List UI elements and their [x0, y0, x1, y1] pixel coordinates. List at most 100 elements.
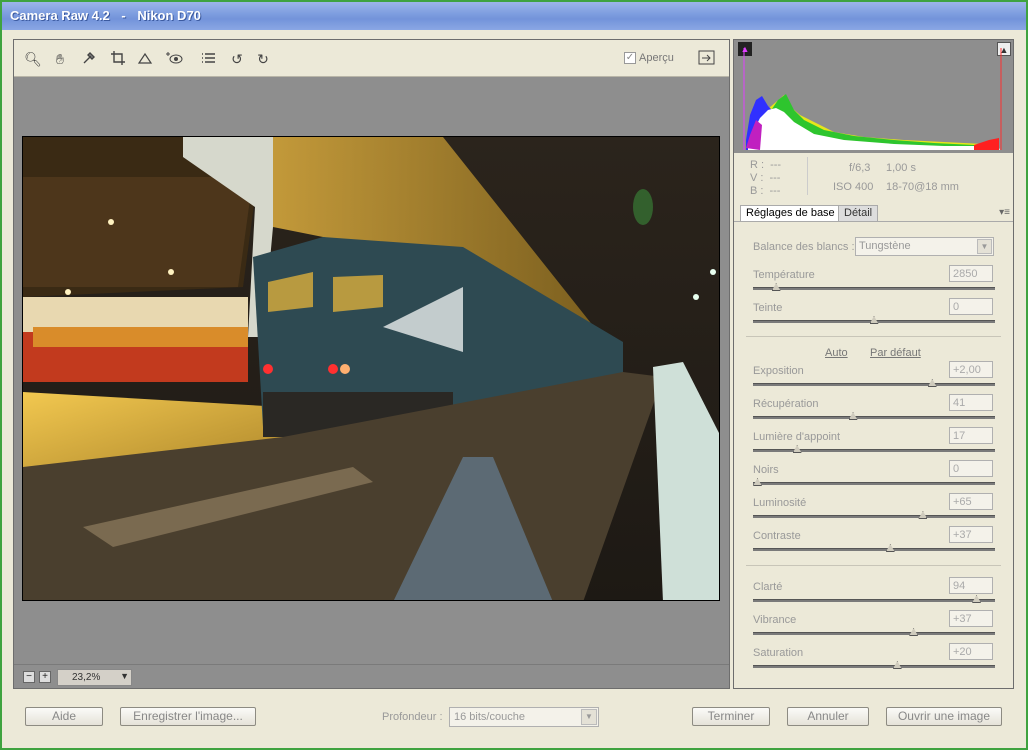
- zoom-bar: − + 23,2% ▼: [14, 664, 729, 688]
- fill-light-thumb[interactable]: [792, 445, 802, 453]
- blacks-label: Noirs: [753, 464, 779, 476]
- clarity-slider[interactable]: [753, 595, 995, 603]
- train-station-photo: [23, 137, 719, 600]
- zoom-out-button[interactable]: −: [23, 671, 35, 683]
- red-eye-icon[interactable]: [166, 50, 184, 68]
- clarity-field[interactable]: 94: [949, 577, 993, 594]
- fill-light-label: Lumière d'appoint: [753, 431, 841, 443]
- right-panel: ▲ ▲ R : --- V : --- B : --- f/6,3 1,00 s IS…: [733, 39, 1014, 689]
- recovery-thumb[interactable]: [848, 412, 858, 420]
- save-image-button[interactable]: Enregistrer l'image...: [120, 707, 256, 726]
- readout-b-label: B :: [750, 185, 764, 197]
- chevron-down-icon: ▼: [977, 239, 992, 254]
- title-separator: -: [121, 8, 126, 23]
- preview-image[interactable]: [22, 136, 720, 601]
- title-bar[interactable]: Camera Raw 4.2 - Nikon D70: [2, 2, 1026, 30]
- color-readout: R : --- V : --- B : --- f/6,3 1,00 s ISO 40…: [734, 153, 1013, 203]
- tint-slider[interactable]: [753, 316, 995, 324]
- section-divider: [746, 336, 1001, 337]
- vibrance-slider[interactable]: [753, 628, 995, 636]
- tint-thumb[interactable]: [869, 316, 879, 324]
- tab-basic[interactable]: Réglages de base: [740, 205, 841, 221]
- depth-label: Profondeur :: [382, 711, 443, 723]
- temperature-field[interactable]: 2850: [949, 265, 993, 282]
- chevron-down-icon: ▼: [581, 709, 597, 725]
- depth-select[interactable]: 16 bits/couche ▼: [449, 707, 599, 727]
- white-balance-icon[interactable]: [80, 50, 98, 68]
- readout-divider: [807, 157, 808, 195]
- temperature-thumb[interactable]: [771, 283, 781, 291]
- zoom-icon[interactable]: 🔍︎: [24, 50, 42, 68]
- brightness-label: Luminosité: [753, 497, 807, 509]
- readout-b-value: ---: [769, 185, 781, 197]
- blacks-slider[interactable]: [753, 478, 995, 486]
- contrast-field[interactable]: +37: [949, 526, 993, 543]
- clarity-thumb[interactable]: [972, 595, 982, 603]
- panel-tabs: Réglages de base Détail ▾≡: [734, 205, 1013, 221]
- preview-check-box[interactable]: ✓: [624, 52, 636, 64]
- hand-icon[interactable]: ✋︎: [51, 50, 69, 68]
- blacks-field[interactable]: 0: [949, 460, 993, 477]
- help-button[interactable]: Aide: [25, 707, 103, 726]
- tint-label: Teinte: [753, 302, 783, 314]
- cancel-button[interactable]: Annuler: [787, 707, 869, 726]
- vibrance-field[interactable]: +37: [949, 610, 993, 627]
- camera-name: Nikon D70: [137, 8, 201, 23]
- exposure-field[interactable]: +2,00: [949, 361, 993, 378]
- recovery-field[interactable]: 41: [949, 394, 993, 411]
- panel-menu-icon[interactable]: ▾≡: [999, 207, 1010, 218]
- readout-v: V : ---: [750, 172, 780, 184]
- exposure-thumb[interactable]: [927, 379, 937, 387]
- readout-v-value: ---: [769, 172, 781, 184]
- zoom-in-button[interactable]: +: [39, 671, 51, 683]
- iso-value: ISO 400: [833, 181, 874, 193]
- preview-frame: 🔍︎ ✋︎ ↺ ↻ ✓ Aperçu − + 23,2% ▼: [13, 39, 730, 689]
- readout-b: B : ---: [750, 185, 780, 197]
- preferences-icon[interactable]: [199, 50, 217, 68]
- exposure-label: Exposition: [753, 365, 804, 377]
- done-button[interactable]: Terminer: [692, 707, 770, 726]
- tint-field[interactable]: 0: [949, 298, 993, 315]
- tab-detail[interactable]: Détail: [838, 205, 879, 221]
- saturation-slider[interactable]: [753, 661, 995, 669]
- blacks-thumb[interactable]: [753, 478, 762, 486]
- brightness-thumb[interactable]: [918, 511, 928, 519]
- brightness-field[interactable]: +65: [949, 493, 993, 510]
- contrast-slider[interactable]: [753, 544, 995, 552]
- basic-settings: Balance des blancs : Tungstène ▼ Tempéra…: [734, 221, 1013, 688]
- aperture-value: f/6,3: [849, 162, 871, 174]
- preview-checkbox[interactable]: ✓ Aperçu: [624, 52, 674, 64]
- clarity-label: Clarté: [753, 581, 783, 593]
- contrast-thumb[interactable]: [885, 544, 895, 552]
- zoom-level-select[interactable]: 23,2% ▼: [57, 669, 132, 686]
- histogram: ▲ ▲: [734, 40, 1013, 153]
- vibrance-label: Vibrance: [753, 614, 797, 626]
- recovery-slider[interactable]: [753, 412, 995, 420]
- straighten-icon[interactable]: [136, 50, 154, 68]
- exposure-slider[interactable]: [753, 379, 995, 387]
- open-image-button[interactable]: Ouvrir une image: [886, 707, 1002, 726]
- preview-label: Aperçu: [639, 52, 674, 64]
- fill-light-field[interactable]: 17: [949, 427, 993, 444]
- depth-value: 16 bits/couche: [454, 711, 525, 723]
- vibrance-thumb[interactable]: [909, 628, 919, 636]
- brightness-slider[interactable]: [753, 511, 995, 519]
- crop-icon[interactable]: [109, 50, 127, 68]
- tool-bar: 🔍︎ ✋︎ ↺ ↻ ✓ Aperçu: [14, 40, 729, 77]
- contrast-label: Contraste: [753, 530, 801, 542]
- white-balance-select[interactable]: Tungstène ▼: [855, 237, 994, 256]
- section-divider: [746, 565, 1001, 566]
- fill-light-slider[interactable]: [753, 445, 995, 453]
- rotate-right-icon[interactable]: ↻: [254, 50, 272, 68]
- saturation-field[interactable]: +20: [949, 643, 993, 660]
- auto-link[interactable]: Auto: [825, 347, 848, 359]
- temperature-slider[interactable]: [753, 283, 995, 291]
- readout-r: R : ---: [750, 159, 781, 171]
- white-balance-label: Balance des blancs :: [753, 241, 855, 253]
- recovery-label: Récupération: [753, 398, 819, 410]
- temperature-label: Température: [753, 269, 815, 281]
- saturation-thumb[interactable]: [892, 661, 902, 669]
- fullscreen-icon[interactable]: [698, 50, 716, 68]
- default-link[interactable]: Par défaut: [870, 347, 921, 359]
- rotate-left-icon[interactable]: ↺: [228, 50, 246, 68]
